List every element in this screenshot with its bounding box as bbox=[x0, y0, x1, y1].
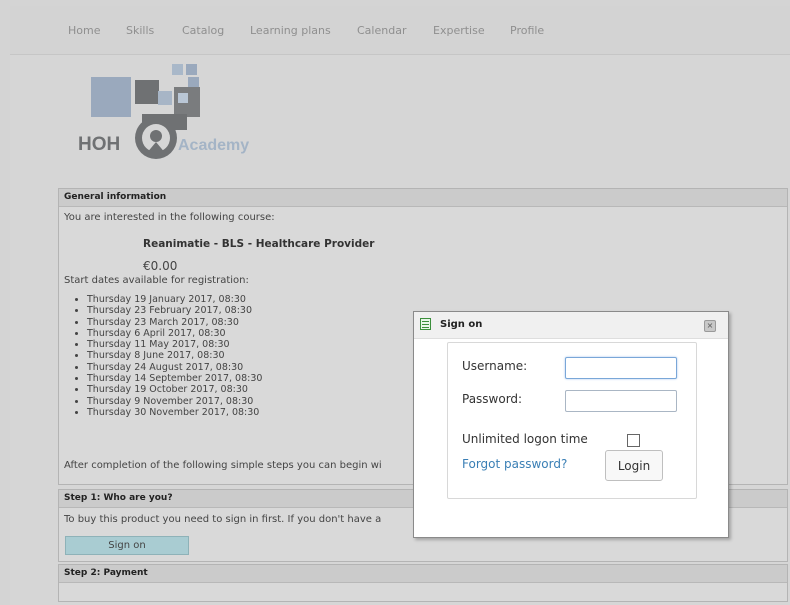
start-date-item: Thursday 9 November 2017, 08:30 bbox=[87, 396, 262, 407]
nav-learning-plans[interactable]: Learning plans bbox=[250, 24, 331, 37]
username-input[interactable] bbox=[565, 357, 677, 379]
step2-panel: Step 2: Payment bbox=[58, 564, 788, 602]
nav-expertise[interactable]: Expertise bbox=[433, 24, 485, 37]
steps-intro: After completion of the following simple… bbox=[64, 460, 382, 471]
password-label: Password: bbox=[462, 392, 523, 406]
course-name: Reanimatie - BLS - Healthcare Provider bbox=[143, 238, 375, 250]
window-icon bbox=[420, 318, 431, 330]
start-date-item: Thursday 11 May 2017, 08:30 bbox=[87, 339, 262, 350]
start-date-item: Thursday 19 October 2017, 08:30 bbox=[87, 384, 262, 395]
start-date-item: Thursday 19 January 2017, 08:30 bbox=[87, 294, 262, 305]
step2-header: Step 2: Payment bbox=[59, 565, 787, 583]
start-date-item: Thursday 14 September 2017, 08:30 bbox=[87, 373, 262, 384]
start-date-item: Thursday 23 March 2017, 08:30 bbox=[87, 317, 262, 328]
unlimited-logon-checkbox[interactable] bbox=[627, 434, 640, 447]
forgot-password-link[interactable]: Forgot password? bbox=[462, 457, 567, 471]
start-dates-list: Thursday 19 January 2017, 08:30 Thursday… bbox=[69, 294, 262, 418]
dialog-title: Sign on bbox=[440, 319, 483, 330]
sign-on-button[interactable]: Sign on bbox=[65, 536, 189, 555]
course-intro: You are interested in the following cour… bbox=[64, 212, 275, 223]
dialog-titlebar[interactable]: Sign on × bbox=[414, 312, 728, 339]
general-info-header: General information bbox=[59, 189, 787, 207]
course-price: €0.00 bbox=[143, 259, 178, 273]
nav-catalog[interactable]: Catalog bbox=[182, 24, 224, 37]
step1-text: To buy this product you need to sign in … bbox=[64, 514, 382, 525]
sign-on-dialog: Sign on × Username: Password: Unlimited … bbox=[413, 311, 729, 538]
start-date-item: Thursday 30 November 2017, 08:30 bbox=[87, 407, 262, 418]
start-date-item: Thursday 23 February 2017, 08:30 bbox=[87, 305, 262, 316]
start-date-item: Thursday 24 August 2017, 08:30 bbox=[87, 362, 262, 373]
nav-calendar[interactable]: Calendar bbox=[357, 24, 406, 37]
start-date-item: Thursday 6 April 2017, 08:30 bbox=[87, 328, 262, 339]
close-icon[interactable]: × bbox=[704, 320, 716, 332]
start-dates-label: Start dates available for registration: bbox=[64, 275, 249, 286]
unlimited-logon-label: Unlimited logon time bbox=[462, 432, 588, 446]
login-button[interactable]: Login bbox=[605, 450, 663, 481]
nav-skills[interactable]: Skills bbox=[126, 24, 154, 37]
logo-text-hoh: HOH bbox=[78, 134, 120, 155]
nav-profile[interactable]: Profile bbox=[510, 24, 544, 37]
hoh-academy-logo: HOH Academy bbox=[78, 64, 249, 159]
top-nav: Home Skills Catalog Learning plans Calen… bbox=[10, 6, 790, 55]
start-date-item: Thursday 8 June 2017, 08:30 bbox=[87, 350, 262, 361]
password-input[interactable] bbox=[565, 390, 677, 412]
login-form: Username: Password: Unlimited logon time… bbox=[447, 342, 697, 499]
logo-text-academy: Academy bbox=[178, 137, 249, 154]
nav-home[interactable]: Home bbox=[68, 24, 100, 37]
username-label: Username: bbox=[462, 359, 528, 373]
